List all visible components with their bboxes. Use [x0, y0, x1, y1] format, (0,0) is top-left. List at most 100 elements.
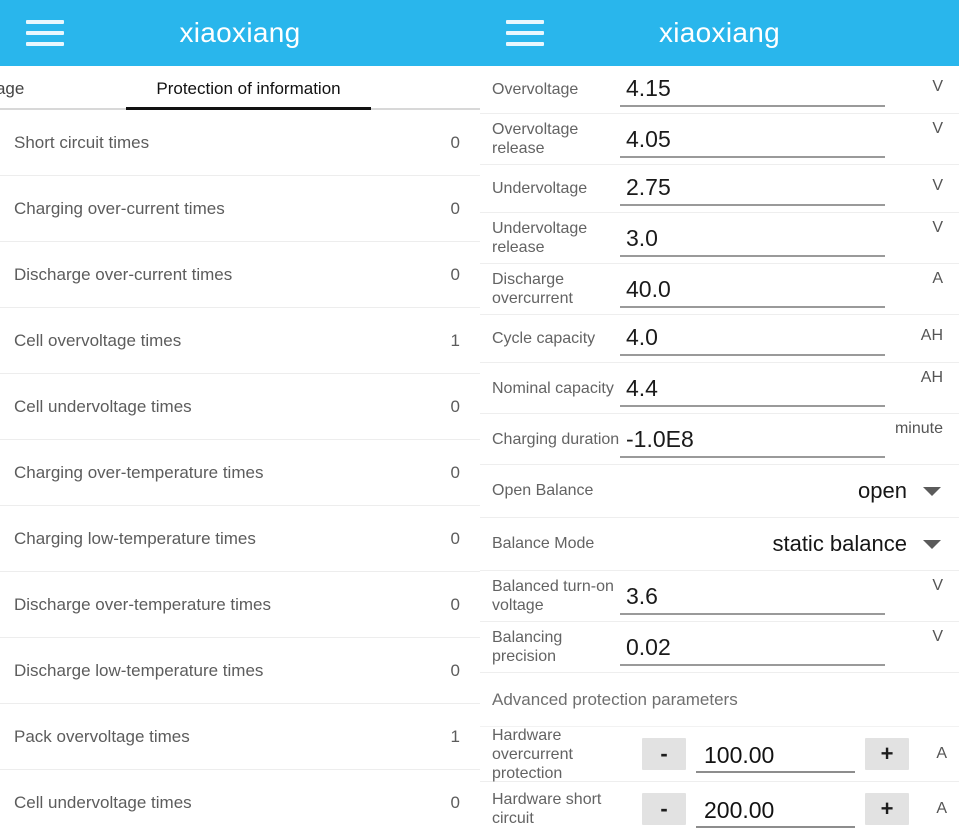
list-item-value: 1 [450, 726, 460, 746]
field-value-input[interactable]: 3.6 [620, 585, 885, 615]
list-item-value: 0 [450, 594, 460, 614]
list-item-value: 0 [450, 462, 460, 482]
field-value-input[interactable]: 4.0 [620, 326, 885, 356]
field-unit: V [932, 177, 943, 194]
parameter-field-row: Overvoltage 4.15 V [480, 66, 959, 114]
field-value-input[interactable]: 40.0 [620, 278, 885, 308]
list-item-value: 0 [450, 792, 460, 812]
field-input-wrap: -1.0E8 [620, 414, 885, 464]
field-value-input[interactable]: 3.0 [620, 227, 885, 257]
increment-button[interactable]: + [865, 793, 909, 825]
list-item-label: Cell overvoltage times [14, 330, 182, 350]
table-row: Charging over-current times 0 [0, 176, 480, 242]
list-item-value: 0 [450, 264, 460, 284]
app-title-left: xiaoxiang [179, 17, 301, 48]
table-row: Charging over-temperature times 0 [0, 440, 480, 506]
list-item-label: Cell undervoltage times [14, 396, 192, 416]
field-unit: V [932, 219, 943, 236]
app-screen: xiaoxiang oltage Protection of informati… [0, 0, 959, 835]
field-value-input[interactable]: 4.05 [620, 128, 885, 158]
field-label: Overvoltage [492, 81, 579, 98]
field-input-wrap: 3.0 [620, 213, 885, 263]
stepper-row: Hardware short circuit -200.00 + A [480, 782, 959, 835]
decrement-button[interactable]: - [642, 793, 686, 825]
quantity-stepper-input[interactable]: 200.00 [696, 799, 855, 828]
list-item-value: 0 [450, 396, 460, 416]
list-item-label: Charging over-temperature times [14, 462, 264, 482]
field-label: Balanced turn-on voltage [492, 578, 614, 614]
list-item-value: 0 [450, 528, 460, 548]
hamburger-menu-icon[interactable] [506, 20, 544, 46]
list-item-label: Charging over-current times [14, 198, 225, 218]
right-panel: xiaoxiang Overvoltage 4.15 V Overvoltage re… [480, 0, 959, 835]
dropdown-label: Open Balance [492, 482, 594, 499]
field-label: Charging duration [492, 430, 620, 448]
field-unit: AH [920, 369, 943, 386]
field-value-input[interactable]: 4.15 [620, 77, 885, 107]
parameter-field-row: Nominal capacity 4.4 AH [480, 363, 959, 414]
field-value-input[interactable]: 0.02 [620, 636, 885, 666]
field-input-wrap: 2.75 [620, 165, 885, 212]
right-app-bar: xiaoxiang [480, 0, 959, 66]
left-panel: xiaoxiang oltage Protection of informati… [0, 0, 480, 835]
parameter-field-row: Undervoltage 2.75 V [480, 165, 959, 213]
table-row: Cell undervoltage times 0 [0, 770, 480, 835]
dropdown-selected-value: open [858, 478, 907, 503]
field-input-wrap: 4.0 [620, 315, 885, 362]
table-row: Discharge low-temperature times 0 [0, 638, 480, 704]
field-label: Overvoltage release [492, 121, 579, 157]
hamburger-menu-icon[interactable] [26, 20, 64, 46]
field-input-wrap: 40.0 [620, 264, 885, 314]
quantity-stepper-input[interactable]: 100.00 [696, 744, 855, 773]
parameter-field-row: Balanced turn-on voltage 3.6 V [480, 571, 959, 622]
dropdown-label: Balance Mode [492, 535, 595, 552]
stepper-input-wrap: 200.00 [696, 782, 855, 835]
dropdown-row[interactable]: Balance Mode static balance [480, 518, 959, 571]
dropdown-control[interactable]: static balance [672, 531, 943, 557]
dropdown-selected-value: static balance [772, 531, 907, 556]
stepper-input-wrap: 100.00 [696, 727, 855, 781]
table-row: Charging low-temperature times 0 [0, 506, 480, 572]
table-row: Discharge over-temperature times 0 [0, 572, 480, 638]
field-unit: V [932, 78, 943, 95]
list-item-label: Charging low-temperature times [14, 528, 256, 548]
field-input-wrap: 0.02 [620, 622, 885, 672]
stepper-label: Hardware overcurrent protection [492, 726, 573, 782]
table-row: Cell overvoltage times 1 [0, 308, 480, 374]
field-unit: V [932, 628, 943, 645]
list-item-label: Short circuit times [14, 132, 150, 152]
tab-voltage[interactable]: oltage [0, 79, 118, 108]
increment-button[interactable]: + [865, 738, 909, 770]
list-item-value: 0 [450, 660, 460, 680]
table-row: Cell undervoltage times 0 [0, 374, 480, 440]
field-value-input[interactable]: 4.4 [620, 377, 885, 407]
decrement-button[interactable]: - [642, 738, 686, 770]
parameter-settings-form: Overvoltage 4.15 V Overvoltage release 4.05 V… [480, 66, 959, 835]
field-unit: minute [894, 420, 943, 437]
dropdown-control[interactable]: open [672, 478, 943, 504]
table-row: Short circuit times 0 [0, 110, 480, 176]
dropdown-row[interactable]: Open Balance open [480, 465, 959, 518]
list-item-label: Discharge over-temperature times [14, 594, 271, 614]
field-unit: V [932, 577, 943, 594]
field-label: Undervoltage [492, 180, 588, 197]
field-unit: AH [920, 327, 943, 344]
list-item-label: Discharge over-current times [14, 264, 233, 284]
field-value-input[interactable]: 2.75 [620, 176, 885, 206]
field-unit: V [932, 120, 943, 137]
field-label: Undervoltage release [492, 220, 588, 256]
field-value-input[interactable]: -1.0E8 [620, 428, 885, 458]
field-label: Cycle capacity [492, 330, 596, 347]
field-label: Discharge overcurrent [492, 271, 573, 307]
chevron-down-icon[interactable] [923, 539, 941, 549]
protection-info-list: Short circuit times 0 Charging over-curren… [0, 110, 480, 835]
list-item-value: 0 [450, 198, 460, 218]
table-row: Pack overvoltage times 1 [0, 704, 480, 770]
list-item-label: Discharge low-temperature times [14, 660, 264, 680]
left-app-bar: xiaoxiang [0, 0, 480, 66]
stepper-unit: A [936, 745, 947, 762]
parameter-field-row: Cycle capacity 4.0 AH [480, 315, 959, 363]
tab-protection-of-information[interactable]: Protection of information [126, 79, 371, 110]
chevron-down-icon[interactable] [923, 486, 941, 496]
parameter-field-row: Charging duration -1.0E8 minute [480, 414, 959, 465]
